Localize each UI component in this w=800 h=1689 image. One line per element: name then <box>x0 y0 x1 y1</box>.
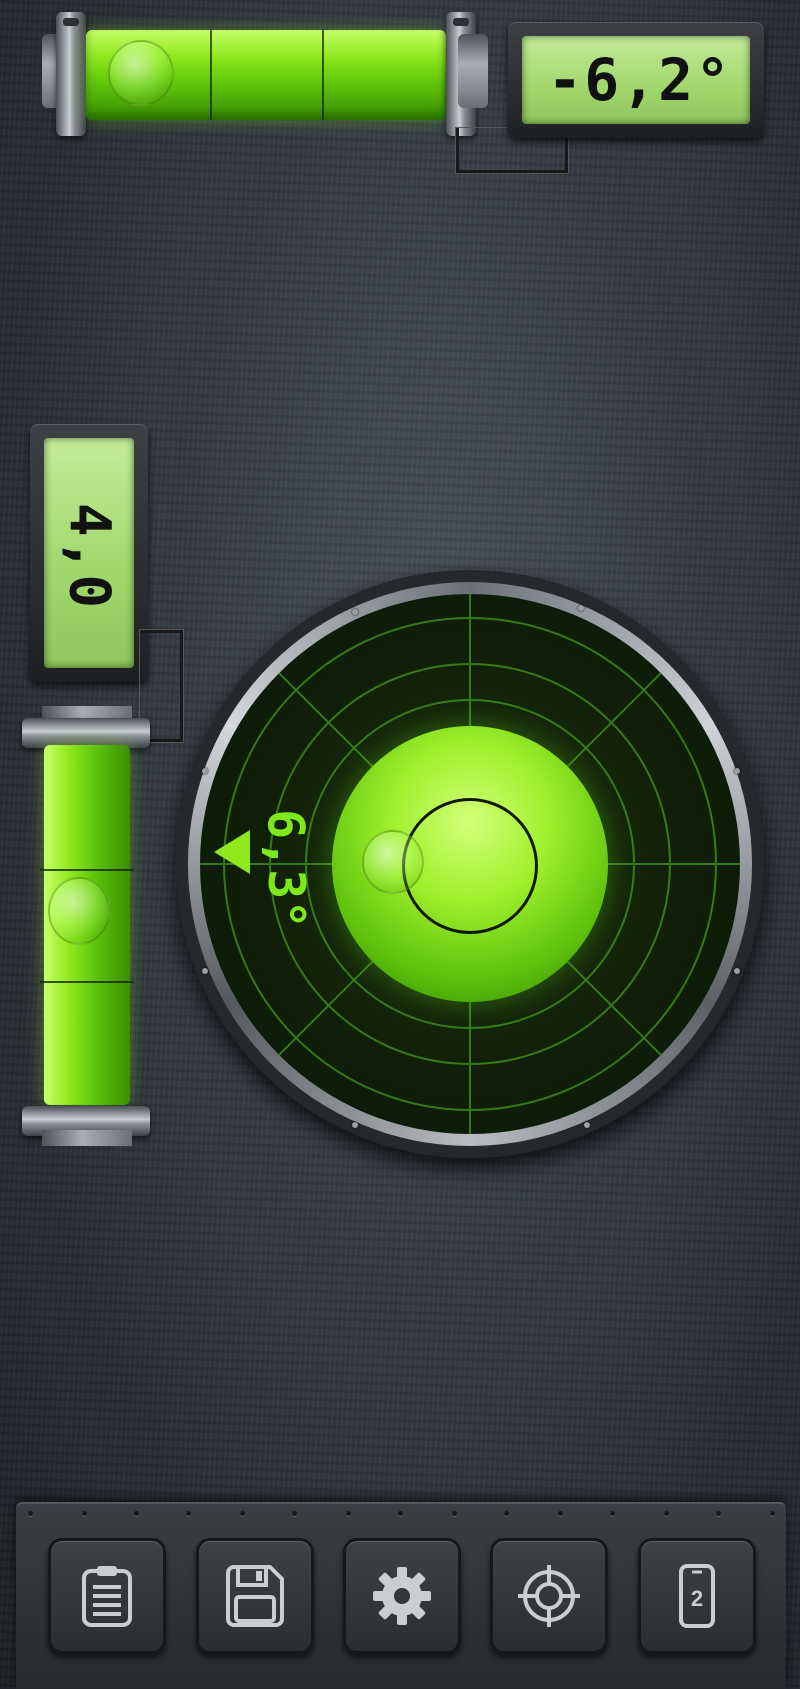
vertical-lcd-frame: 4,0 <box>30 424 148 682</box>
bezel-rivet <box>352 1122 358 1128</box>
toolbar-rivet <box>292 1511 297 1516</box>
toolbar-rivet <box>82 1511 87 1516</box>
horizontal-bubble <box>108 40 174 106</box>
toolbar-rivet <box>504 1511 509 1516</box>
direction-arrow-icon <box>214 830 250 874</box>
settings-button[interactable] <box>343 1538 461 1654</box>
vertical-bubble <box>48 877 110 945</box>
bezel-rivet <box>734 768 740 774</box>
toolbar-rivet <box>558 1511 563 1516</box>
save-icon <box>226 1565 284 1627</box>
vial-cap-top <box>22 718 150 748</box>
toolbar-rivet <box>770 1511 775 1516</box>
toolbar-rivet <box>664 1511 669 1516</box>
toolbar-rivet <box>186 1511 191 1516</box>
vial-mark <box>40 869 134 871</box>
phone-mode-icon: 2 <box>679 1564 715 1628</box>
toolbar-rivet <box>452 1511 457 1516</box>
horizontal-angle-readout: -6,2° <box>547 46 732 114</box>
vertical-angle-readout: 4,0 <box>56 502 122 611</box>
bezel-rivet <box>352 609 358 615</box>
toolbar-rivet <box>346 1511 351 1516</box>
bezel-rivet <box>202 968 208 974</box>
save-button[interactable] <box>196 1538 314 1654</box>
vial-mark <box>40 981 134 983</box>
bezel-rivet <box>578 605 584 611</box>
horizontal-vial <box>86 30 446 120</box>
clipboard-icon <box>82 1566 132 1627</box>
horizontal-lcd: -6,2° <box>522 36 750 124</box>
bullseye-bubble <box>362 830 424 894</box>
notes-button[interactable] <box>48 1538 166 1654</box>
vial-mark <box>322 30 324 120</box>
vial-cap-left <box>56 12 86 136</box>
mode-number: 2 <box>691 1586 703 1611</box>
bezel-rivet <box>202 768 208 774</box>
vial-bracket-right <box>458 34 488 108</box>
toolbar-rivet <box>610 1511 615 1516</box>
horizontal-lcd-frame: -6,2° <box>508 22 764 138</box>
bullseye-angle-readout: 6,3° <box>257 809 315 930</box>
toolbar-rivet <box>240 1511 245 1516</box>
vial-bracket-bottom <box>42 1130 132 1146</box>
bezel-rivet <box>734 968 740 974</box>
vertical-vial <box>40 745 134 1105</box>
bezel-rivet <box>584 1122 590 1128</box>
toolbar-rivet <box>28 1511 33 1516</box>
vertical-lcd: 4,0 <box>44 438 134 668</box>
crosshair-icon <box>518 1565 580 1627</box>
gear-icon <box>373 1567 431 1625</box>
toolbar-rivet <box>134 1511 139 1516</box>
vial-mark <box>210 30 212 120</box>
toolbar-rivet <box>716 1511 721 1516</box>
mode-button[interactable]: 2 <box>638 1538 756 1654</box>
calibrate-button[interactable] <box>490 1538 608 1654</box>
toolbar-rivet <box>398 1511 403 1516</box>
